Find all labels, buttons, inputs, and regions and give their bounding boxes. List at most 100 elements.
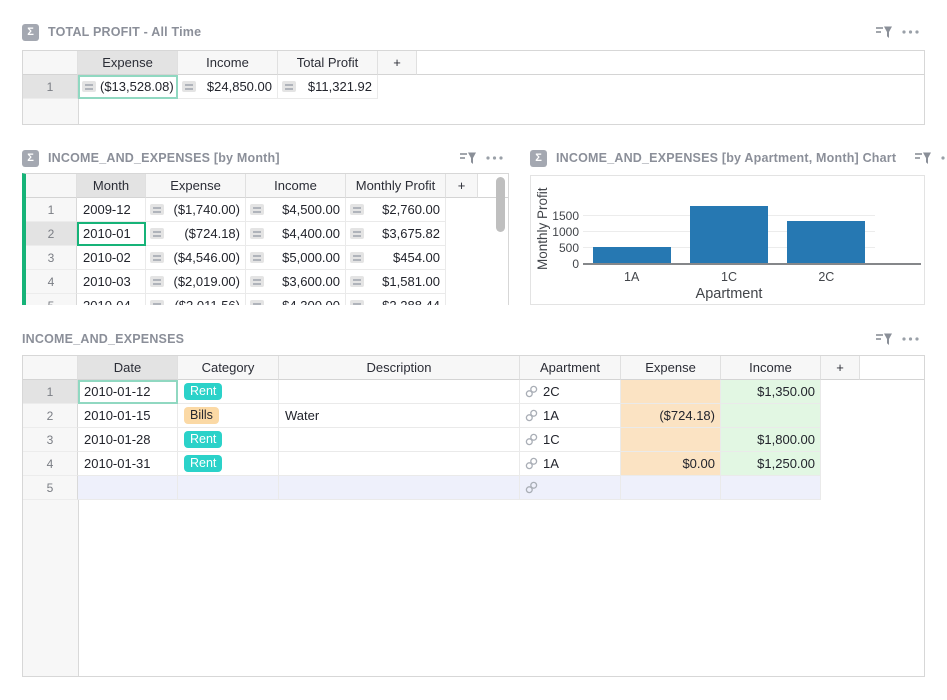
corner-cell[interactable] bbox=[23, 51, 78, 75]
row-number[interactable]: 1 bbox=[26, 198, 77, 222]
row-number[interactable]: 2 bbox=[23, 404, 78, 428]
cell-description[interactable] bbox=[279, 428, 520, 452]
cell-expense[interactable] bbox=[621, 380, 721, 404]
row-number[interactable]: 3 bbox=[26, 246, 77, 270]
cell-value: $4,300.00 bbox=[282, 298, 340, 305]
cell-income[interactable]: $5,000.00 bbox=[246, 246, 346, 270]
cell-description[interactable]: Water bbox=[279, 404, 520, 428]
more-options-icon[interactable] bbox=[941, 156, 947, 160]
column-header-monthly-profit[interactable]: Monthly Profit bbox=[346, 174, 446, 198]
cell-expense[interactable]: $0.00 bbox=[621, 452, 721, 476]
column-header-date[interactable]: Date bbox=[78, 356, 178, 380]
cell-month[interactable]: 2010-01 bbox=[77, 222, 146, 246]
cell-expense[interactable]: ($4,546.00) bbox=[146, 246, 246, 270]
cell-value: ($4,546.00) bbox=[174, 250, 241, 265]
cell-expense[interactable]: ($1,740.00) bbox=[146, 198, 246, 222]
cell-apartment[interactable]: 1A bbox=[520, 452, 621, 476]
sort-filter-icon[interactable] bbox=[914, 151, 932, 166]
cell-month[interactable]: 2009-12 bbox=[77, 198, 146, 222]
cell-date[interactable]: 2010-01-12 bbox=[78, 380, 178, 404]
cell-value: $2,288.44 bbox=[382, 298, 440, 305]
row-number-filler bbox=[23, 500, 79, 676]
more-options-icon[interactable] bbox=[486, 156, 503, 160]
cell-description[interactable] bbox=[279, 476, 520, 500]
column-header-description[interactable]: Description bbox=[279, 356, 520, 380]
cell-expense[interactable] bbox=[621, 476, 721, 500]
cell-expense[interactable]: ($724.18) bbox=[146, 222, 246, 246]
more-options-icon[interactable] bbox=[902, 337, 919, 341]
cell-date[interactable]: 2010-01-31 bbox=[78, 452, 178, 476]
cell-income[interactable] bbox=[721, 476, 821, 500]
cell-expense[interactable]: ($2,011.56) bbox=[146, 294, 246, 305]
cell-income[interactable]: $4,300.00 bbox=[246, 294, 346, 305]
cell-category[interactable]: Bills bbox=[178, 404, 279, 428]
cell-expense[interactable]: ($724.18) bbox=[621, 404, 721, 428]
table-row: 1 2010-01-12 Rent 2C $1,350.00 bbox=[23, 380, 924, 404]
cell-total-profit[interactable]: $11,321.92 bbox=[278, 75, 378, 99]
row-number[interactable]: 5 bbox=[23, 476, 78, 500]
sort-filter-icon[interactable] bbox=[459, 151, 477, 166]
column-header-apartment[interactable]: Apartment bbox=[520, 356, 621, 380]
column-header-total-profit[interactable]: Total Profit bbox=[278, 51, 378, 75]
cell-income[interactable]: $4,500.00 bbox=[246, 198, 346, 222]
cell-income[interactable]: $4,400.00 bbox=[246, 222, 346, 246]
add-column-button[interactable]: + bbox=[821, 356, 860, 380]
cell-category[interactable]: Rent bbox=[178, 380, 279, 404]
vertical-scrollbar[interactable] bbox=[496, 177, 505, 232]
cell-apartment[interactable]: 1A bbox=[520, 404, 621, 428]
row-number[interactable]: 5 bbox=[26, 294, 77, 305]
cell-description[interactable] bbox=[279, 452, 520, 476]
sort-filter-icon[interactable] bbox=[875, 25, 893, 40]
cell-category[interactable] bbox=[178, 476, 279, 500]
add-column-button[interactable]: + bbox=[446, 174, 478, 198]
row-number[interactable]: 1 bbox=[23, 75, 78, 99]
cell-monthly-profit[interactable]: $2,760.00 bbox=[346, 198, 446, 222]
formula-icon bbox=[350, 204, 364, 215]
corner-cell[interactable] bbox=[26, 174, 77, 198]
cell-apartment[interactable]: 2C bbox=[520, 380, 621, 404]
add-column-button[interactable]: + bbox=[378, 51, 417, 75]
column-header-income[interactable]: Income bbox=[721, 356, 821, 380]
cell-expense[interactable] bbox=[621, 428, 721, 452]
cell-expense[interactable]: ($13,528.08) bbox=[78, 75, 178, 99]
row-number[interactable]: 2 bbox=[26, 222, 77, 246]
cell-month[interactable]: 2010-04 bbox=[77, 294, 146, 305]
cell-date[interactable] bbox=[78, 476, 178, 500]
corner-cell[interactable] bbox=[23, 356, 78, 380]
cell-category[interactable]: Rent bbox=[178, 452, 279, 476]
cell-monthly-profit[interactable]: $3,675.82 bbox=[346, 222, 446, 246]
column-header-expense[interactable]: Expense bbox=[146, 174, 246, 198]
cell-date[interactable]: 2010-01-15 bbox=[78, 404, 178, 428]
column-header-expense[interactable]: Expense bbox=[621, 356, 721, 380]
column-header-income[interactable]: Income bbox=[246, 174, 346, 198]
sort-filter-icon[interactable] bbox=[875, 332, 893, 347]
cell-income[interactable] bbox=[721, 404, 821, 428]
column-header-category[interactable]: Category bbox=[178, 356, 279, 380]
cell-income[interactable]: $1,350.00 bbox=[721, 380, 821, 404]
cell-monthly-profit[interactable]: $1,581.00 bbox=[346, 270, 446, 294]
row-number[interactable]: 4 bbox=[26, 270, 77, 294]
cell-expense[interactable]: ($2,019.00) bbox=[146, 270, 246, 294]
table-row: 4 2010-03 ($2,019.00) $3,600.00 $1,581.0… bbox=[26, 270, 508, 294]
cell-month[interactable]: 2010-03 bbox=[77, 270, 146, 294]
cell-income[interactable]: $24,850.00 bbox=[178, 75, 278, 99]
cell-apartment[interactable]: 1C bbox=[520, 428, 621, 452]
cell-monthly-profit[interactable]: $454.00 bbox=[346, 246, 446, 270]
cell-date[interactable]: 2010-01-28 bbox=[78, 428, 178, 452]
main-table-titlebar: INCOME_AND_EXPENSES bbox=[22, 329, 925, 349]
column-header-expense[interactable]: Expense bbox=[78, 51, 178, 75]
cell-description[interactable] bbox=[279, 380, 520, 404]
more-options-icon[interactable] bbox=[902, 30, 919, 34]
cell-income[interactable]: $3,600.00 bbox=[246, 270, 346, 294]
cell-month[interactable]: 2010-02 bbox=[77, 246, 146, 270]
cell-category[interactable]: Rent bbox=[178, 428, 279, 452]
cell-apartment[interactable] bbox=[520, 476, 621, 500]
row-number[interactable]: 1 bbox=[23, 380, 78, 404]
cell-income[interactable]: $1,250.00 bbox=[721, 452, 821, 476]
column-header-month[interactable]: Month bbox=[77, 174, 146, 198]
cell-income[interactable]: $1,800.00 bbox=[721, 428, 821, 452]
row-number[interactable]: 3 bbox=[23, 428, 78, 452]
column-header-income[interactable]: Income bbox=[178, 51, 278, 75]
cell-monthly-profit[interactable]: $2,288.44 bbox=[346, 294, 446, 305]
row-number[interactable]: 4 bbox=[23, 452, 78, 476]
